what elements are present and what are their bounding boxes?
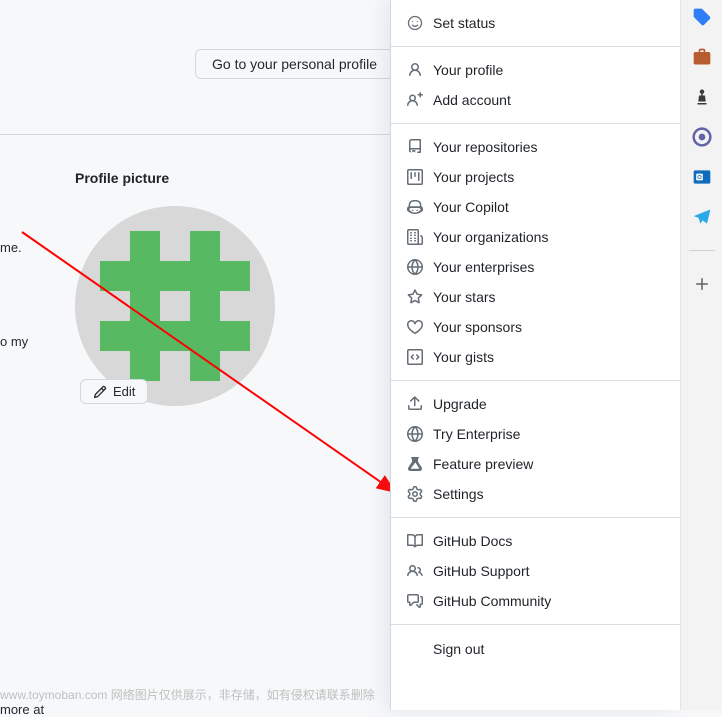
outlook-icon[interactable]: O — [691, 166, 713, 188]
edit-avatar-button[interactable]: Edit — [80, 379, 148, 404]
divider — [0, 134, 390, 135]
menu-label: Your profile — [433, 62, 503, 78]
identicon — [100, 231, 250, 381]
browser-sidebar: O — [680, 0, 722, 710]
avatar-image — [75, 206, 275, 406]
menu-label: Your gists — [433, 349, 494, 365]
edit-label: Edit — [113, 384, 135, 399]
menu-label: GitHub Support — [433, 563, 530, 579]
menu-label: Settings — [433, 486, 484, 502]
menu-your-organizations[interactable]: Your organizations — [391, 222, 680, 252]
menu-label: Upgrade — [433, 396, 487, 412]
menu-your-copilot[interactable]: Your Copilot — [391, 192, 680, 222]
heart-icon — [407, 319, 423, 335]
menu-settings[interactable]: Settings — [391, 479, 680, 509]
avatar-container: Edit — [75, 206, 275, 406]
globe-icon — [407, 426, 423, 442]
profile-picture-section: Profile picture Edit — [75, 170, 275, 406]
menu-divider — [391, 123, 680, 124]
menu-your-gists[interactable]: Your gists — [391, 342, 680, 372]
menu-your-repositories[interactable]: Your repositories — [391, 132, 680, 162]
menu-your-stars[interactable]: Your stars — [391, 282, 680, 312]
menu-github-support[interactable]: GitHub Support — [391, 556, 680, 586]
smiley-icon — [407, 15, 423, 31]
book-icon — [407, 533, 423, 549]
chess-icon[interactable] — [691, 86, 713, 108]
office-icon[interactable] — [691, 126, 713, 148]
menu-feature-preview[interactable]: Feature preview — [391, 449, 680, 479]
menu-github-community[interactable]: GitHub Community — [391, 586, 680, 616]
menu-label: Your repositories — [433, 139, 538, 155]
menu-label: GitHub Docs — [433, 533, 512, 549]
menu-github-docs[interactable]: GitHub Docs — [391, 526, 680, 556]
globe-icon — [407, 259, 423, 275]
go-to-profile-button[interactable]: Go to your personal profile — [195, 49, 394, 79]
menu-your-sponsors[interactable]: Your sponsors — [391, 312, 680, 342]
menu-label: Your enterprises — [433, 259, 534, 275]
tag-icon[interactable] — [691, 6, 713, 28]
menu-sign-out[interactable]: Sign out — [391, 633, 680, 665]
cropped-text-me: me. — [0, 240, 22, 255]
menu-label: Your stars — [433, 289, 496, 305]
svg-text:O: O — [697, 175, 702, 181]
menu-label: Your projects — [433, 169, 514, 185]
menu-label: Your sponsors — [433, 319, 522, 335]
menu-add-account[interactable]: Add account — [391, 85, 680, 115]
repo-icon — [407, 139, 423, 155]
menu-label: Set status — [433, 15, 495, 31]
menu-set-status[interactable]: Set status — [391, 8, 680, 38]
cropped-text-omy: o my — [0, 334, 28, 349]
briefcase-icon[interactable] — [691, 46, 713, 68]
project-icon — [407, 169, 423, 185]
menu-divider — [391, 46, 680, 47]
menu-try-enterprise[interactable]: Try Enterprise — [391, 419, 680, 449]
gear-icon — [407, 486, 423, 502]
person-icon — [407, 62, 423, 78]
menu-divider — [391, 380, 680, 381]
profile-picture-title: Profile picture — [75, 170, 275, 186]
menu-label: Feature preview — [433, 456, 533, 472]
comment-discussion-icon — [407, 593, 423, 609]
menu-divider — [391, 624, 680, 625]
people-icon — [407, 563, 423, 579]
menu-label: GitHub Community — [433, 593, 551, 609]
person-add-icon — [407, 92, 423, 108]
watermark-text: www.toymoban.com 网络图片仅供展示，非存储，如有侵权请联系删除 — [0, 686, 375, 703]
code-square-icon — [407, 349, 423, 365]
user-dropdown-menu: Set status Your profile Add account Your… — [390, 0, 680, 710]
menu-label: Try Enterprise — [433, 426, 520, 442]
menu-upgrade[interactable]: Upgrade — [391, 389, 680, 419]
plus-icon[interactable] — [691, 273, 713, 295]
star-icon — [407, 289, 423, 305]
organization-icon — [407, 229, 423, 245]
menu-label: Your organizations — [433, 229, 548, 245]
beaker-icon — [407, 456, 423, 472]
menu-your-projects[interactable]: Your projects — [391, 162, 680, 192]
telegram-icon[interactable] — [691, 206, 713, 228]
sidebar-divider — [689, 250, 715, 251]
copilot-icon — [407, 199, 423, 215]
menu-divider — [391, 517, 680, 518]
upload-icon — [407, 396, 423, 412]
menu-label: Your Copilot — [433, 199, 509, 215]
pencil-icon — [93, 385, 107, 399]
menu-your-enterprises[interactable]: Your enterprises — [391, 252, 680, 282]
menu-your-profile[interactable]: Your profile — [391, 55, 680, 85]
menu-label: Add account — [433, 92, 511, 108]
